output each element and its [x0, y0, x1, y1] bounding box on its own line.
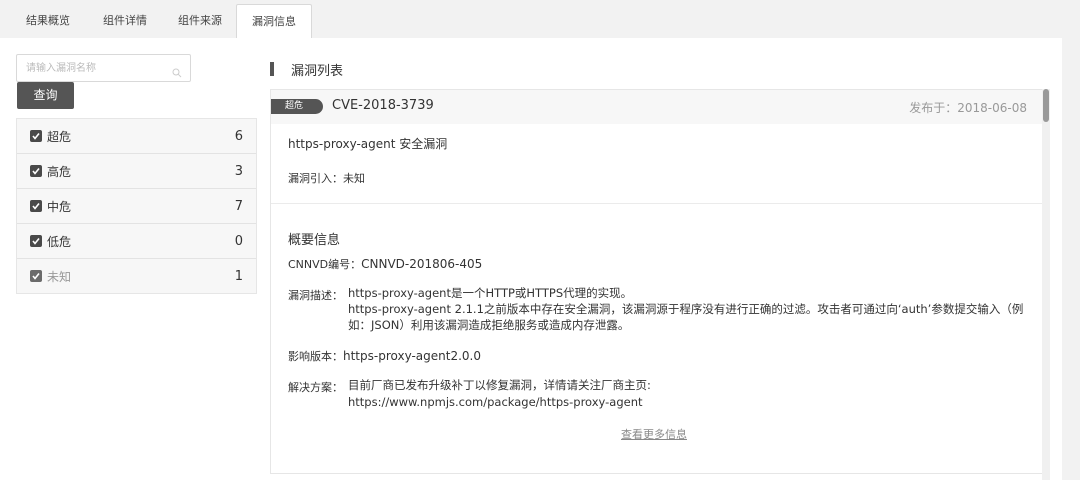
- filter-label: 中危: [47, 199, 72, 214]
- filter-count: 3: [234, 163, 243, 179]
- publish-date: 发布于：2018-06-08: [909, 101, 1027, 115]
- filter-item-medium[interactable]: 中危 7: [17, 189, 256, 224]
- cnnvd-label: CNNVD编号：: [288, 258, 362, 271]
- checkbox-checked[interactable]: [30, 130, 42, 142]
- filter-label: 超危: [47, 129, 72, 144]
- filter-count: 1: [234, 269, 243, 284]
- filter-item-low[interactable]: 低危 0: [17, 224, 256, 259]
- intro-value: 未知: [343, 172, 365, 185]
- vulnerability-card: 超危 CVE-2018-3739 发布于：2018-06-08 https-pr…: [270, 89, 1044, 474]
- intro-label: 漏洞引入：: [288, 172, 343, 185]
- tab-overview[interactable]: 结果概览: [10, 4, 86, 38]
- vulnerability-name: https-proxy-agent 安全漏洞: [288, 137, 448, 151]
- severity-filter-list: 超危 6 高危 3 中危 7 低危 0 未知 1: [16, 118, 257, 294]
- solution-line: 目前厂商已发布升级补丁以修复漏洞，详情请关注厂商主页:: [348, 378, 651, 392]
- checkbox-checked[interactable]: [30, 200, 42, 212]
- cnnvd-row: CNNVD编号：CNNVD-201806-405: [288, 256, 482, 272]
- affected-label: 影响版本：: [288, 350, 343, 363]
- filter-item-high[interactable]: 高危 3: [17, 154, 256, 189]
- tab-component-source[interactable]: 组件来源: [164, 4, 236, 38]
- filter-item-critical[interactable]: 超危 6: [17, 119, 256, 154]
- section-marker: [270, 62, 274, 76]
- card-header: 超危 CVE-2018-3739 发布于：2018-06-08: [271, 90, 1043, 124]
- description-text: https-proxy-agent是一个HTTP或HTTPS代理的实现。 htt…: [348, 285, 1028, 333]
- cnnvd-value: CNNVD-201806-405: [361, 257, 483, 271]
- filter-count: 7: [234, 198, 243, 214]
- scrollbar-track[interactable]: [1042, 89, 1050, 480]
- section-title: 漏洞列表: [291, 64, 344, 79]
- search-input[interactable]: [17, 55, 167, 81]
- filter-label: 未知: [47, 270, 72, 284]
- introduction-row: 漏洞引入：未知: [288, 170, 365, 186]
- filter-label: 低危: [47, 234, 72, 249]
- solution-label: 解决方案：: [288, 381, 343, 394]
- search-icon[interactable]: [172, 63, 182, 78]
- checkbox-checked[interactable]: [30, 165, 42, 177]
- affected-version-row: 影响版本：https-proxy-agent2.0.0: [288, 348, 481, 364]
- severity-badge: 超危: [271, 99, 323, 114]
- summary-title: 概要信息: [288, 233, 341, 248]
- description-line: https-proxy-agent是一个HTTP或HTTPS代理的实现。: [348, 286, 633, 300]
- scrollbar-thumb[interactable]: [1043, 89, 1049, 122]
- divider: [271, 203, 1043, 204]
- description-line: https-proxy-agent 2.1.1之前版本中存在安全漏洞，该漏洞源于…: [348, 302, 1024, 332]
- checkbox-checked[interactable]: [30, 270, 42, 282]
- solution-url[interactable]: https://www.npmjs.com/package/https-prox…: [348, 394, 1028, 411]
- view-more-link[interactable]: 查看更多信息: [621, 426, 687, 442]
- description-label: 漏洞描述：: [288, 289, 343, 302]
- tab-component-details[interactable]: 组件详情: [86, 4, 164, 38]
- tab-bar: 结果概览 组件详情 组件来源 漏洞信息: [0, 0, 1080, 39]
- filter-label: 高危: [47, 164, 72, 179]
- main-content: 查询 超危 6 高危 3 中危 7 低危 0 未知 1 漏洞列表: [0, 38, 1062, 480]
- filter-count: 0: [234, 233, 243, 249]
- cve-id: CVE-2018-3739: [332, 98, 434, 113]
- checkbox-checked[interactable]: [30, 235, 42, 247]
- search-box: [16, 54, 191, 82]
- affected-value: https-proxy-agent2.0.0: [343, 349, 481, 363]
- filter-item-unknown[interactable]: 未知 1: [17, 259, 256, 294]
- solution-text: 目前厂商已发布升级补丁以修复漏洞，详情请关注厂商主页: https://www.…: [348, 377, 1028, 411]
- tab-vulnerability-info[interactable]: 漏洞信息: [236, 4, 312, 39]
- filter-count: 6: [234, 128, 243, 144]
- query-button[interactable]: 查询: [17, 82, 74, 109]
